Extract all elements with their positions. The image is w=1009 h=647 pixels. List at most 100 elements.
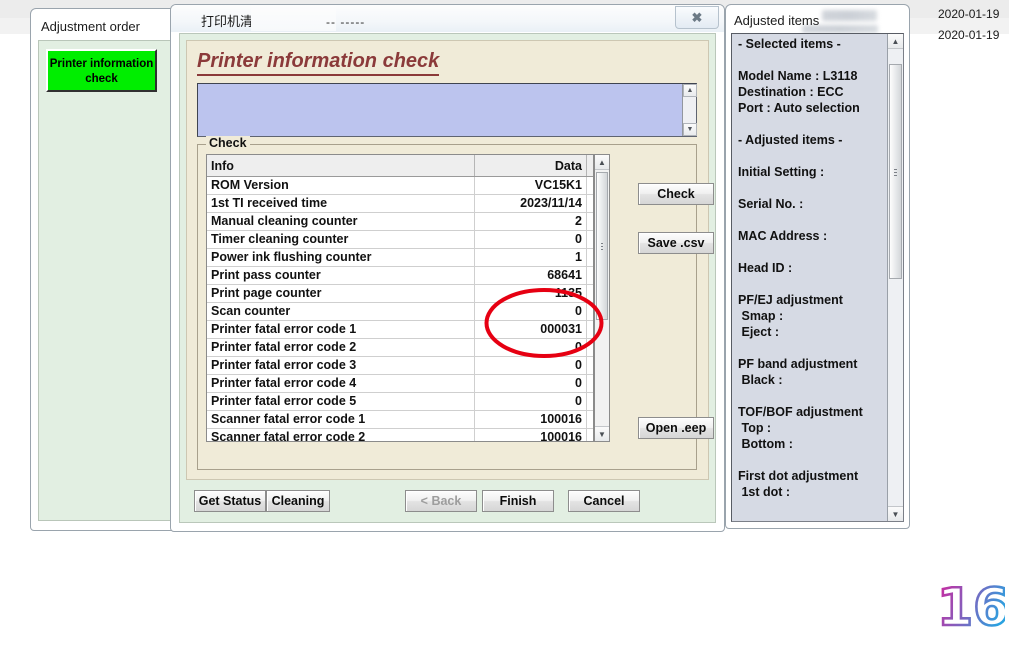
cell-data: VC15K1 [474,176,587,195]
back-button: < Back [405,490,477,512]
date-list: 2020-01-19 2020-01-19 [938,4,1009,46]
cell-data: 1 [474,248,587,267]
cell-data: 1135 [474,284,587,303]
table-body: ROM Version VC15K1 1st TI received time 202… [207,176,593,441]
close-button[interactable]: ✖ [675,6,719,29]
adjusted-items-scrollbar[interactable]: ▲ ▼ [887,34,903,521]
cell-info: Scanner fatal error code 2 [207,428,475,441]
table-row[interactable]: Manual cleaning counter 2 [207,212,593,231]
adjusted-scroll-down-icon[interactable]: ▼ [888,506,903,521]
table-row[interactable]: Timer cleaning counter 0 [207,230,593,249]
printer-information-check-dialog: 打印机清零专家 -- ----- ✖ Printer information c… [170,4,725,532]
cell-data: 0 [474,302,587,321]
cell-data: 2023/11/14 [474,194,587,213]
svg-text:16: 16 [937,578,1005,634]
cancel-button[interactable]: Cancel [568,490,640,512]
close-icon: ✖ [691,9,703,25]
table-row[interactable]: Scanner fatal error code 2 100016 [207,428,593,441]
adjustment-order-panel: Printer information check [38,40,177,521]
cell-info: ROM Version [207,176,475,195]
get-status-button[interactable]: Get Status [194,490,266,512]
printer-info-table[interactable]: Info Data ROM Version VC15K1 1st TI receiv… [206,154,594,442]
cell-data: 0 [474,338,587,357]
cell-data: 2 [474,212,587,231]
cell-info: Print pass counter [207,266,475,285]
table-scrollbar-thumb[interactable] [596,172,608,320]
cell-info: Scan counter [207,302,475,321]
printer-information-check-button[interactable]: Printer information check [46,49,157,92]
table-scrollbar[interactable]: ▲ ▼ [594,154,610,442]
date-row: 2020-01-19 [938,28,1000,42]
adjusted-items-list[interactable]: - Selected items - Model Name : L3118 De… [731,33,904,522]
cell-spacer [586,302,593,321]
dialog-content-area: Printer information check ▲ ▼ Check Info [186,40,714,480]
redacted-text-overlay [822,10,877,21]
scroll-up-icon[interactable]: ▲ [683,84,697,97]
adjusted-items-window: Adjusted items - Selected items - Model … [725,4,910,529]
cell-info: Scanner fatal error code 1 [207,410,475,429]
table-scroll-down-icon[interactable]: ▼ [595,426,609,441]
adjusted-items-scrollbar-thumb[interactable] [889,64,902,279]
table-scroll-up-icon[interactable]: ▲ [595,155,609,170]
dialog-button-bar: Get Status Cleaning < Back Finish Cancel [186,490,709,514]
table-row[interactable]: Scanner fatal error code 1 100016 [207,410,593,429]
cell-spacer [586,230,593,249]
cell-info: Printer fatal error code 3 [207,356,475,375]
table-header-row: Info Data [207,155,593,177]
message-textarea[interactable]: ▲ ▼ [197,83,697,137]
cell-info: Power ink flushing counter [207,248,475,267]
cell-spacer [586,194,593,213]
table-row[interactable]: Printer fatal error code 50 [207,392,593,411]
table-row[interactable]: Printer fatal error code 20 [207,338,593,357]
table-row[interactable]: Printer fatal error code 40 [207,374,593,393]
cell-data: 0 [474,392,587,411]
cell-info: Printer fatal error code 5 [207,392,475,411]
cell-info: Timer cleaning counter [207,230,475,249]
table-row[interactable]: Print pass counter 68641 [207,266,593,285]
table-row[interactable]: Scan counter 0 [207,302,593,321]
printer-information-check-button-label: Printer information check [49,57,154,85]
table-row[interactable]: Power ink flushing counter 1 [207,248,593,267]
table-row[interactable]: 1st TI received time 2023/11/14 [207,194,593,213]
column-header-info[interactable]: Info [207,155,475,177]
cell-info: 1st TI received time [207,194,475,213]
table-row[interactable]: Printer fatal error code 1 000031 [207,320,593,339]
save-csv-button[interactable]: Save .csv [638,232,714,254]
cell-spacer [586,392,593,411]
cleaning-button[interactable]: Cleaning [266,490,330,512]
cell-spacer [586,176,593,195]
table-row[interactable]: ROM Version VC15K1 [207,176,593,195]
cell-data: 68641 [474,266,587,285]
cell-data: 0 [474,374,587,393]
watermark-16: 16 [935,577,1009,640]
cell-spacer [586,428,593,441]
column-header-spacer [586,155,593,177]
message-scrollbar[interactable]: ▲ ▼ [682,84,697,136]
cell-data: 0 [474,356,587,375]
cell-spacer [586,410,593,429]
table-row[interactable]: Print page counter 1135 [207,284,593,303]
cell-info: Print page counter [207,284,475,303]
adjusted-scroll-up-icon[interactable]: ▲ [888,34,903,49]
cell-spacer [586,356,593,375]
cell-spacer [586,212,593,231]
column-header-data[interactable]: Data [474,155,587,177]
check-groupbox: Check Info Data ROM Version VC15K1 1st TI … [197,136,714,470]
cell-info: Printer fatal error code 2 [207,338,475,357]
open-eep-button[interactable]: Open .eep [638,417,714,439]
cell-data: 0 [474,230,587,249]
cell-data: 100016 [474,428,587,441]
adjustment-order-window: Adjustment order Printer information che… [30,8,185,531]
check-button[interactable]: Check [638,183,714,205]
adjusted-items-title: Adjusted items [734,13,820,28]
cell-data: 000031 [474,320,587,339]
table-row[interactable]: Printer fatal error code 30 [207,356,593,375]
cell-spacer [586,320,593,339]
title-secondary-text: -- ----- [326,15,366,29]
finish-button[interactable]: Finish [482,490,554,512]
dialog-titlebar[interactable]: 打印机清零专家 -- ----- ✖ [171,5,724,32]
scroll-down-icon[interactable]: ▼ [683,123,697,136]
cell-data: 100016 [474,410,587,429]
check-groupbox-label: Check [206,136,250,150]
cell-info: Printer fatal error code 4 [207,374,475,393]
